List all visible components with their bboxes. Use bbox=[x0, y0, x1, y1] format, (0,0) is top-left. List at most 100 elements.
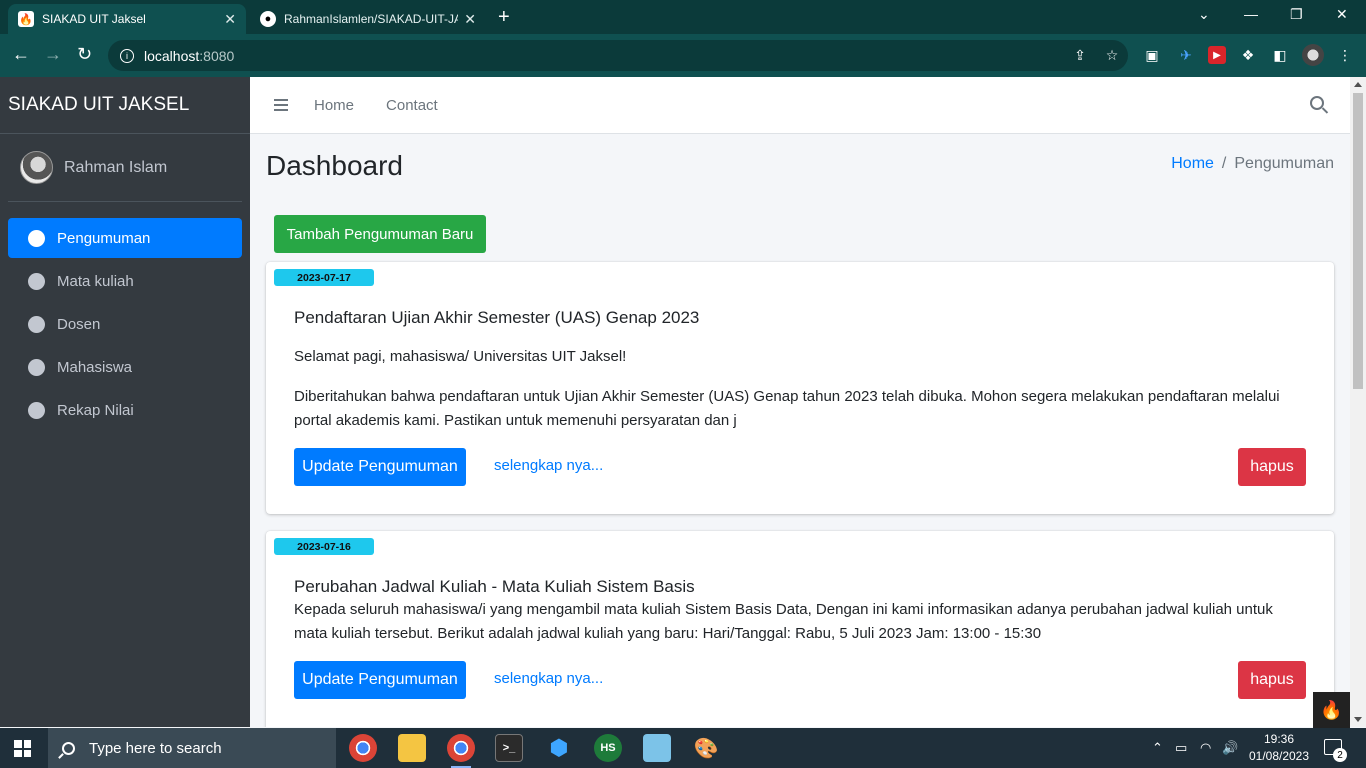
sidebar-item-label: Mata kuliah bbox=[57, 272, 134, 290]
sidebar-item-pengumuman[interactable]: Pengumuman bbox=[8, 218, 242, 258]
sidebar: SIAKAD UIT JAKSEL Rahman Islam Pengumuma… bbox=[0, 77, 250, 727]
close-tab-icon[interactable]: ✕ bbox=[464, 11, 476, 28]
side-panel-icon[interactable]: ◧ bbox=[1271, 46, 1289, 64]
wifi-icon[interactable]: ◠ bbox=[1200, 740, 1211, 756]
clock-time: 19:36 bbox=[1263, 732, 1295, 746]
windows-taskbar: Type here to search >_ ⬢ HS 🎨 ⌃ ▭ ◠ 🔊 19… bbox=[0, 728, 1366, 768]
add-announcement-button[interactable]: Tambah Pengumuman Baru bbox=[274, 215, 486, 253]
sidebar-nav: Pengumuman Mata kuliah Dosen Mahasiswa R… bbox=[0, 218, 250, 430]
announcement-greeting: Selamat pagi, mahasiswa/ Universitas UIT… bbox=[294, 348, 627, 365]
notification-count-badge: 2 bbox=[1333, 748, 1347, 762]
update-announcement-button[interactable]: Update Pengumuman bbox=[294, 448, 466, 486]
chrome-active-icon[interactable] bbox=[447, 734, 475, 768]
vscode-icon[interactable]: ⬢ bbox=[545, 734, 573, 762]
date-badge: 2023-07-16 bbox=[274, 538, 374, 555]
brand-link[interactable]: SIAKAD UIT JAKSEL bbox=[0, 77, 250, 134]
paint-icon[interactable]: 🎨 bbox=[692, 734, 720, 762]
top-navbar: Home Contact bbox=[250, 77, 1350, 134]
delete-button[interactable]: hapus bbox=[1238, 661, 1306, 699]
breadcrumb-current: Pengumuman bbox=[1234, 155, 1334, 172]
main-content: Dashboard Home / Pengumuman Tambah Pengumu… bbox=[250, 134, 1350, 727]
user-panel: Rahman Islam bbox=[8, 134, 242, 202]
chrome-icon[interactable] bbox=[349, 734, 377, 762]
circle-icon bbox=[28, 272, 45, 290]
camera-extension-icon[interactable]: ▣ bbox=[1143, 46, 1161, 64]
translate-extension-icon[interactable]: ✈ bbox=[1177, 46, 1195, 64]
search-icon[interactable] bbox=[1310, 96, 1324, 110]
sidebar-item-label: Dosen bbox=[57, 315, 101, 333]
reload-icon[interactable]: ↻ bbox=[77, 44, 92, 65]
delete-button[interactable]: hapus bbox=[1238, 448, 1306, 486]
bookmark-star-icon[interactable]: ☆ bbox=[1103, 46, 1121, 64]
tab-title: RahmanIslamlen/SIAKAD-UIT-JAKSEL bbox=[284, 12, 459, 26]
codeigniter-debug-toolbar-icon[interactable]: 🔥 bbox=[1313, 692, 1350, 728]
sidebar-item-label: Mahasiswa bbox=[57, 358, 133, 376]
sidebar-item-mata-kuliah[interactable]: Mata kuliah bbox=[8, 261, 242, 301]
circle-icon bbox=[28, 315, 45, 333]
page-title: Dashboard bbox=[266, 150, 403, 181]
profile-avatar[interactable] bbox=[1302, 44, 1324, 66]
show-hidden-icons-icon[interactable]: ⌃ bbox=[1152, 740, 1163, 756]
volume-icon[interactable]: 🔊 bbox=[1222, 740, 1238, 756]
announcement-card: 2023-07-17 Pendaftaran Ujian Akhir Semes… bbox=[266, 262, 1334, 514]
circle-icon bbox=[28, 229, 45, 247]
tab-title: SIAKAD UIT Jaksel bbox=[42, 12, 146, 26]
close-tab-icon[interactable]: ✕ bbox=[224, 11, 236, 28]
address-bar[interactable]: i localhost:8080 bbox=[108, 40, 1128, 71]
extensions-puzzle-icon[interactable]: ❖ bbox=[1239, 46, 1257, 64]
battery-icon[interactable]: ▭ bbox=[1175, 740, 1187, 756]
close-window-icon[interactable]: ✕ bbox=[1336, 6, 1348, 23]
restore-icon[interactable]: ❐ bbox=[1290, 6, 1303, 23]
forward-icon[interactable]: → bbox=[44, 44, 62, 65]
browser-toolbar: ← → ↻ i localhost:8080 ⇪ ☆ ▣ ✈ ▶ ❖ ◧ ⋮ bbox=[0, 34, 1366, 77]
notepad-icon[interactable] bbox=[643, 734, 671, 762]
search-icon bbox=[62, 741, 75, 755]
announcement-title: Perubahan Jadwal Kuliah - Mata Kuliah Si… bbox=[294, 577, 695, 596]
browser-menu-icon[interactable]: ⋮ bbox=[1336, 46, 1354, 64]
user-avatar bbox=[20, 151, 53, 184]
sidebar-item-dosen[interactable]: Dosen bbox=[8, 304, 242, 344]
circle-icon bbox=[28, 401, 45, 419]
back-icon[interactable]: ← bbox=[12, 44, 30, 65]
file-explorer-icon[interactable] bbox=[398, 734, 426, 762]
sidebar-item-label: Rekap Nilai bbox=[57, 401, 134, 419]
page-scrollbar[interactable] bbox=[1350, 77, 1366, 727]
clock-date: 01/08/2023 bbox=[1248, 749, 1310, 763]
read-more-link[interactable]: selengkap nya... bbox=[494, 670, 603, 687]
browser-tab-github[interactable]: ● RahmanIslamlen/SIAKAD-UIT-JAKSEL ✕ bbox=[250, 4, 486, 34]
scroll-up-arrow-icon[interactable] bbox=[1354, 82, 1362, 87]
hamburger-menu-icon[interactable] bbox=[274, 99, 288, 111]
tab-search-chevron-icon[interactable]: ⌄ bbox=[1198, 6, 1210, 23]
date-badge: 2023-07-17 bbox=[274, 269, 374, 286]
update-announcement-button[interactable]: Update Pengumuman bbox=[294, 661, 466, 699]
hs-app-icon[interactable]: HS bbox=[594, 734, 622, 762]
nav-link-home[interactable]: Home bbox=[314, 97, 354, 114]
circle-icon bbox=[28, 358, 45, 376]
breadcrumb-home-link[interactable]: Home bbox=[1171, 155, 1214, 172]
announcement-title: Pendaftaran Ujian Akhir Semester (UAS) G… bbox=[294, 308, 700, 327]
sidebar-item-label: Pengumuman bbox=[57, 229, 151, 247]
video-extension-icon[interactable]: ▶ bbox=[1208, 46, 1226, 64]
terminal-icon[interactable]: >_ bbox=[495, 734, 523, 762]
scrollbar-thumb[interactable] bbox=[1353, 93, 1363, 389]
sidebar-item-rekap-nilai[interactable]: Rekap Nilai bbox=[8, 390, 242, 430]
taskbar-search-placeholder: Type here to search bbox=[89, 739, 222, 757]
site-info-icon[interactable]: i bbox=[120, 48, 134, 63]
browser-tab-strip: 🔥 SIAKAD UIT Jaksel ✕ ● RahmanIslamlen/S… bbox=[0, 0, 1366, 34]
nav-link-contact[interactable]: Contact bbox=[386, 97, 438, 114]
browser-tab-active[interactable]: 🔥 SIAKAD UIT Jaksel ✕ bbox=[8, 4, 246, 34]
announcement-card: 2023-07-16 Perubahan Jadwal Kuliah - Mat… bbox=[266, 531, 1334, 727]
minimize-icon[interactable]: — bbox=[1244, 6, 1258, 22]
user-name[interactable]: Rahman Islam bbox=[64, 159, 167, 177]
new-tab-icon[interactable]: + bbox=[498, 6, 510, 29]
url-port: :8080 bbox=[199, 47, 235, 64]
share-icon[interactable]: ⇪ bbox=[1071, 46, 1089, 64]
windows-start-icon[interactable] bbox=[14, 740, 31, 757]
taskbar-search[interactable]: Type here to search bbox=[48, 728, 336, 768]
taskbar-clock[interactable]: 19:36 01/08/2023 bbox=[1244, 731, 1314, 765]
sidebar-item-mahasiswa[interactable]: Mahasiswa bbox=[8, 347, 242, 387]
url-host: localhost bbox=[144, 47, 200, 64]
github-favicon-icon: ● bbox=[260, 11, 276, 27]
scroll-down-arrow-icon[interactable] bbox=[1354, 717, 1362, 722]
read-more-link[interactable]: selengkap nya... bbox=[494, 457, 603, 474]
